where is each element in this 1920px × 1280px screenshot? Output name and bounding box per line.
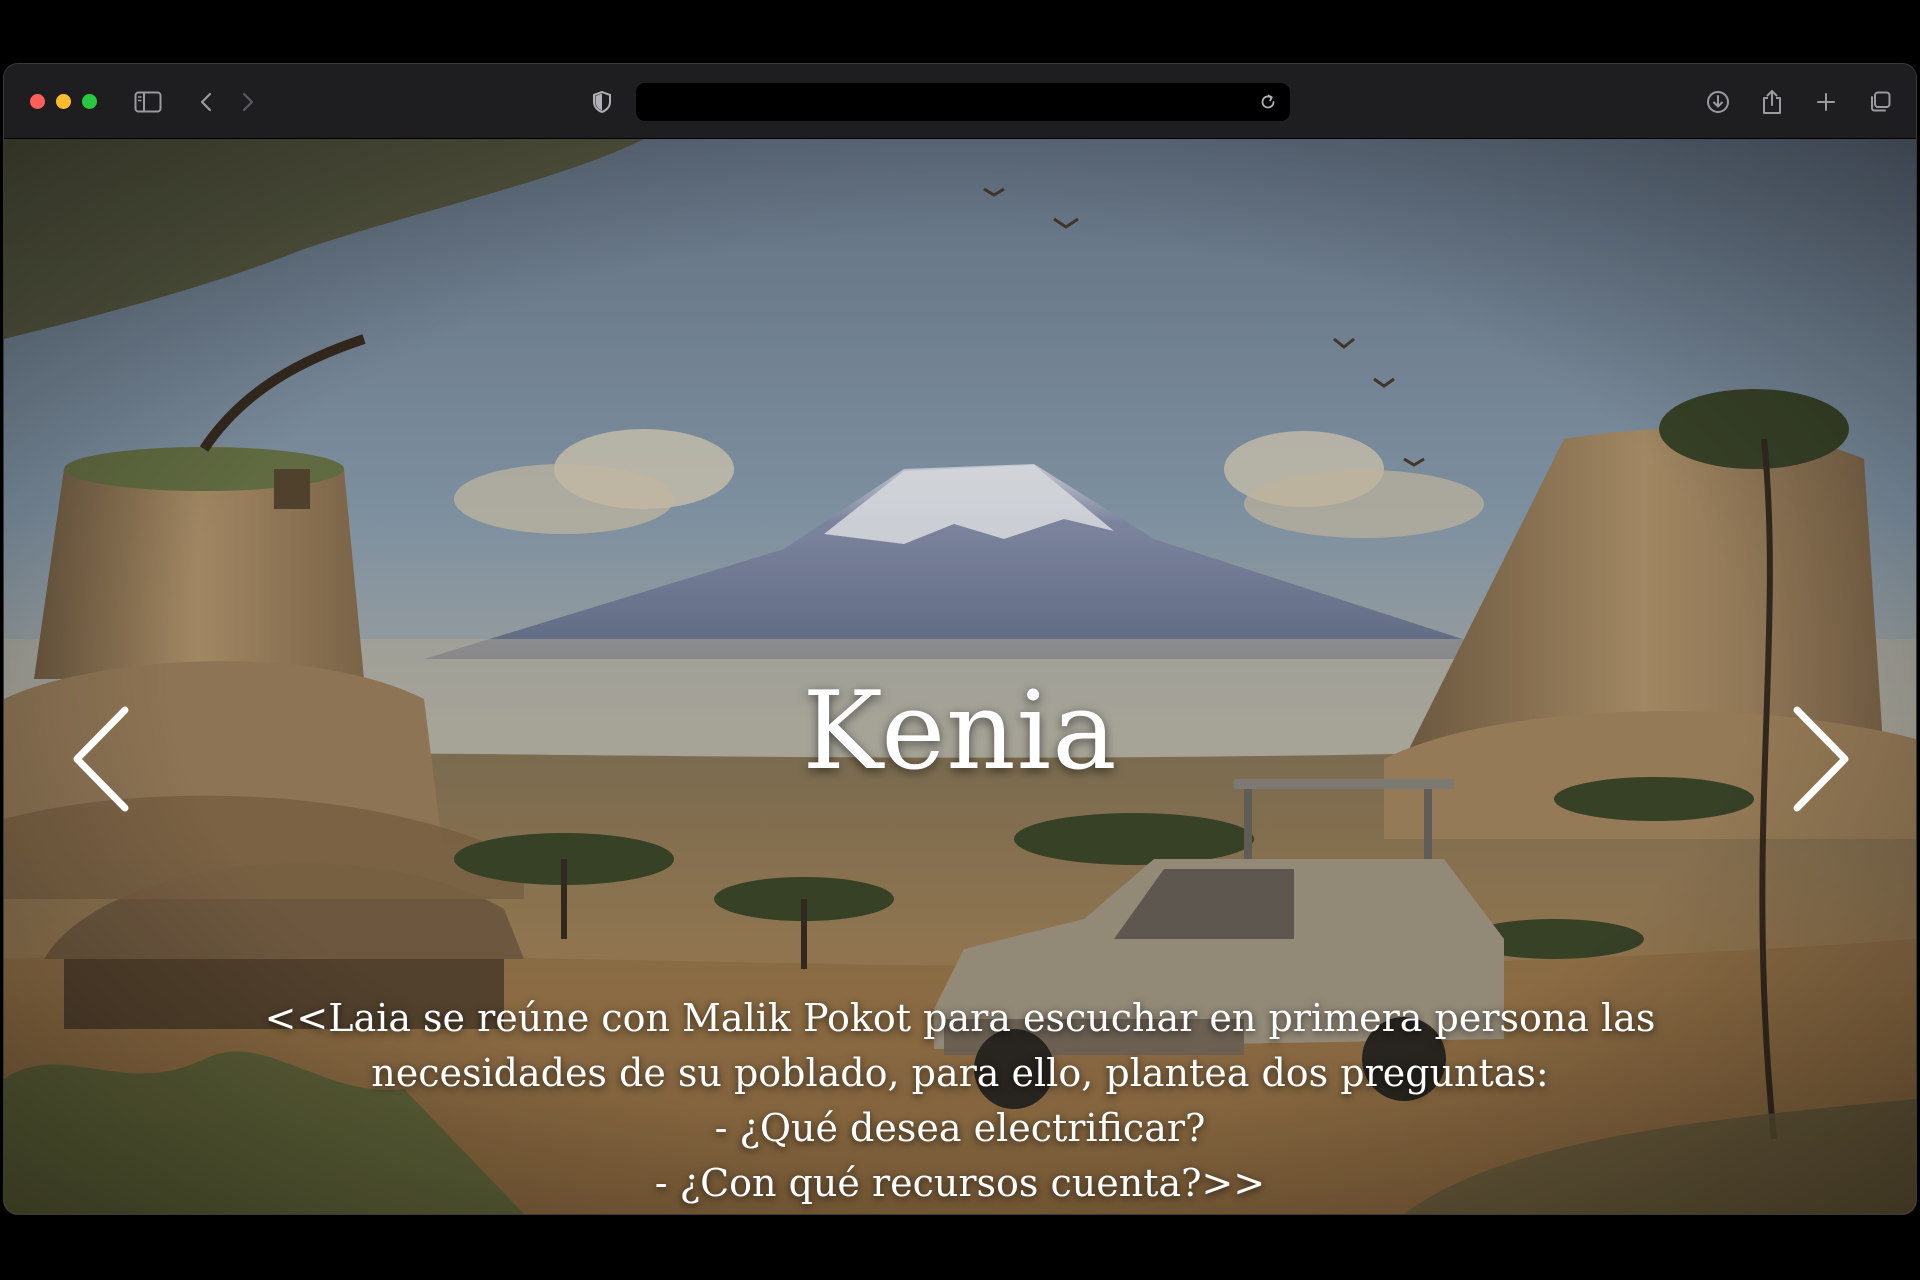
share-icon[interactable]	[1756, 86, 1788, 118]
chevron-left-icon[interactable]	[190, 86, 222, 118]
plus-icon[interactable]	[1810, 86, 1842, 118]
download-icon[interactable]	[1702, 86, 1734, 118]
previous-slide-button[interactable]	[56, 699, 146, 819]
address-input[interactable]	[648, 87, 1252, 119]
minimize-window-button[interactable]	[56, 94, 71, 109]
slide-caption: <<Laia se reúne con Malik Pokot para esc…	[234, 991, 1686, 1211]
arrow-left-icon	[73, 706, 129, 812]
shield-icon[interactable]	[586, 86, 618, 118]
browser-window: Kenia <<Laia se reúne con Malik Pokot pa…	[4, 64, 1916, 1214]
caption-line: - ¿Con qué recursos cuenta?>>	[654, 1161, 1266, 1205]
sidebar-icon[interactable]	[132, 86, 164, 118]
zoom-window-button[interactable]	[82, 94, 97, 109]
next-slide-button[interactable]	[1776, 699, 1866, 819]
reload-icon[interactable]	[1252, 86, 1284, 118]
chevron-right-icon[interactable]	[232, 86, 264, 118]
close-window-button[interactable]	[30, 94, 45, 109]
arrow-right-icon	[1793, 706, 1849, 812]
browser-toolbar	[4, 64, 1916, 139]
slide-viewport: Kenia <<Laia se reúne con Malik Pokot pa…	[4, 139, 1916, 1214]
address-bar[interactable]	[636, 83, 1290, 121]
caption-line: - ¿Qué desea electrificar?	[714, 1106, 1206, 1150]
caption-line: necesidades de su poblado, para ello, pl…	[371, 1051, 1549, 1095]
slide-title: Kenia	[802, 669, 1118, 794]
tabs-overview-icon[interactable]	[1864, 86, 1896, 118]
caption-line: <<Laia se reúne con Malik Pokot para esc…	[264, 996, 1656, 1040]
